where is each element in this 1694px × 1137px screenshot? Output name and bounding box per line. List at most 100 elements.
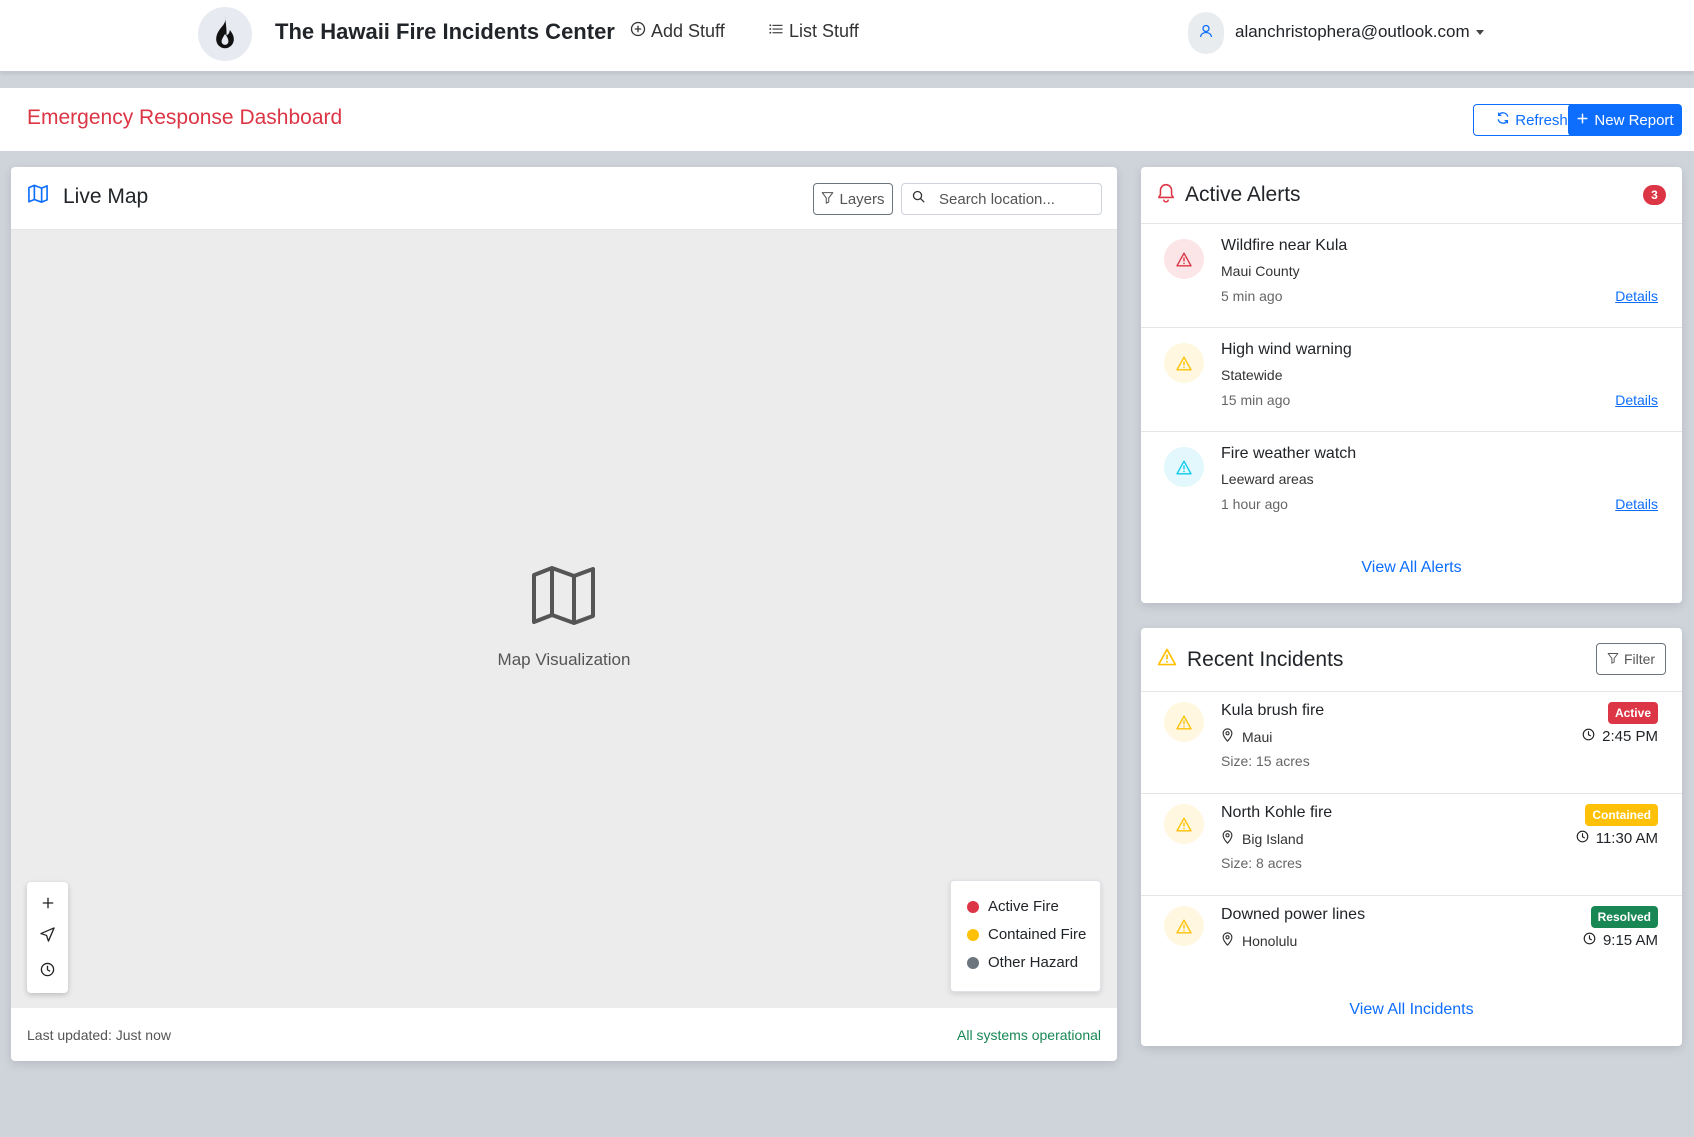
- incident-location: Honolulu: [1221, 932, 1297, 949]
- location-search[interactable]: [901, 183, 1102, 215]
- incident-time: 9:15 AM: [1583, 932, 1658, 949]
- alert-details-link[interactable]: Details: [1615, 392, 1658, 408]
- filter-label: Filter: [1623, 651, 1656, 667]
- alert-location: Statewide: [1221, 367, 1283, 383]
- incident-size: Size: 8 acres: [1221, 855, 1302, 871]
- alert-details-link[interactable]: Details: [1615, 496, 1658, 512]
- red-dot-icon: [967, 900, 979, 913]
- incident-location-label: Maui: [1242, 728, 1273, 745]
- view-all-alerts-link[interactable]: View All Alerts: [1141, 559, 1682, 577]
- incident-time: 2:45 PM: [1582, 728, 1658, 745]
- plus-icon: [1576, 112, 1589, 129]
- incident-location-label: Big Island: [1242, 830, 1304, 847]
- active-alerts-card: Active Alerts 3 Wildfire near Kula Maui …: [1141, 167, 1682, 603]
- alert-location: Maui County: [1221, 263, 1300, 279]
- alert-item[interactable]: High wind warning Statewide 15 min ago D…: [1141, 328, 1682, 432]
- map-pin-icon: [1221, 830, 1234, 847]
- new-report-button[interactable]: New Report: [1568, 104, 1682, 136]
- layers-label: Layers: [839, 190, 885, 208]
- incident-title: North Kohle fire: [1221, 804, 1333, 821]
- alerts-title: Active Alerts: [1185, 183, 1301, 206]
- search-icon: [912, 190, 925, 208]
- map-canvas[interactable]: Map Visualization Active Fire Contained …: [11, 230, 1117, 1008]
- list-icon: [768, 21, 784, 42]
- status-badge: Resolved: [1590, 906, 1658, 928]
- locate-button[interactable]: [33, 922, 63, 952]
- incident-time-label: 2:45 PM: [1602, 728, 1658, 745]
- incident-time-label: 9:15 AM: [1602, 932, 1658, 949]
- clock-icon: [1576, 830, 1589, 847]
- alert-item[interactable]: Wildfire near Kula Maui County 5 min ago…: [1141, 224, 1682, 328]
- legend-item-active-fire: Active Fire: [967, 898, 1100, 915]
- brand-title[interactable]: The Hawaii Fire Incidents Center: [275, 19, 615, 45]
- incidents-header: Recent Incidents Filter: [1141, 628, 1682, 692]
- nav-list-stuff-label: List Stuff: [789, 21, 859, 41]
- filter-button[interactable]: Filter: [1596, 643, 1666, 675]
- user-avatar[interactable]: [1188, 12, 1224, 54]
- navbar: The Hawaii Fire Incidents Center Add Stu…: [0, 0, 1694, 72]
- map-legend: Active Fire Contained Fire Other Hazard: [950, 880, 1101, 992]
- yellow-dot-icon: [967, 928, 979, 941]
- warning-triangle-icon: [1164, 702, 1204, 742]
- legend-label: Active Fire: [988, 898, 1059, 915]
- new-report-label: New Report: [1594, 111, 1674, 129]
- system-status: All systems operational: [957, 1026, 1101, 1043]
- map-footer: Last updated: Just now All systems opera…: [11, 1008, 1117, 1061]
- filter-icon: [1607, 651, 1619, 667]
- view-all-incidents-link[interactable]: View All Incidents: [1141, 1001, 1682, 1019]
- user-email: alanchristophera@outlook.com: [1235, 22, 1470, 41]
- chevron-down-icon: [1475, 29, 1484, 35]
- incident-title: Downed power lines: [1221, 906, 1366, 923]
- alerts-header: Active Alerts 3: [1141, 167, 1682, 224]
- alert-title: Wildfire near Kula: [1221, 237, 1348, 254]
- incident-title: Kula brush fire: [1221, 702, 1325, 719]
- legend-item-contained-fire: Contained Fire: [967, 926, 1100, 943]
- legend-label: Other Hazard: [988, 954, 1079, 971]
- user-menu[interactable]: alanchristophera@outlook.com: [1235, 22, 1484, 42]
- clock-icon: [1583, 932, 1596, 949]
- clock-icon: [1582, 728, 1595, 745]
- incidents-title: Recent Incidents: [1187, 647, 1344, 671]
- status-badge: Contained: [1585, 804, 1658, 826]
- alert-time: 5 min ago: [1221, 288, 1283, 304]
- nav-list-stuff[interactable]: List Stuff: [768, 21, 859, 42]
- warning-triangle-icon: [1164, 447, 1204, 487]
- live-map-title: Live Map: [63, 185, 149, 208]
- map-visualization-label: Map Visualization: [497, 650, 631, 669]
- incident-location: Big Island: [1221, 830, 1303, 847]
- live-map-header: Live Map Layers: [11, 167, 1117, 230]
- legend-label: Contained Fire: [988, 926, 1087, 943]
- live-map-card: Live Map Layers Map Visualization: [11, 167, 1117, 1061]
- filter-icon: [821, 191, 834, 208]
- incident-item[interactable]: Kula brush fire Maui Size: 15 acres Acti…: [1141, 692, 1682, 794]
- incident-size: Size: 15 acres: [1221, 753, 1310, 769]
- alerts-count-badge: 3: [1643, 185, 1666, 205]
- incident-location-label: Honolulu: [1242, 932, 1298, 949]
- status-badge: Active: [1607, 702, 1658, 724]
- alert-location: Leeward areas: [1221, 471, 1314, 487]
- navigation-arrow-icon: [40, 927, 55, 947]
- warning-triangle-icon: [1164, 804, 1204, 844]
- history-button[interactable]: [33, 957, 63, 987]
- alert-title: Fire weather watch: [1221, 445, 1357, 462]
- map-controls: [27, 882, 68, 993]
- map-icon: [27, 184, 49, 210]
- clock-icon: [40, 962, 55, 982]
- incident-item[interactable]: Downed power lines Honolulu Resolved 9:1…: [1141, 896, 1682, 972]
- layers-button[interactable]: Layers: [813, 183, 893, 215]
- recent-incidents-card: Recent Incidents Filter Kula brush fire …: [1141, 628, 1682, 1046]
- nav-add-stuff[interactable]: Add Stuff: [630, 21, 725, 42]
- fire-logo-icon[interactable]: [198, 7, 252, 61]
- warning-triangle-icon: [1164, 239, 1204, 279]
- search-location-input[interactable]: [939, 190, 1089, 208]
- last-updated: Last updated: Just now: [27, 1026, 171, 1043]
- incident-item[interactable]: North Kohle fire Big Island Size: 8 acre…: [1141, 794, 1682, 896]
- warning-triangle-icon: [1164, 906, 1204, 946]
- alert-item[interactable]: Fire weather watch Leeward areas 1 hour …: [1141, 432, 1682, 536]
- person-icon: [1198, 23, 1214, 44]
- warning-triangle-icon: [1157, 648, 1177, 671]
- zoom-in-button[interactable]: [33, 888, 63, 918]
- alert-details-link[interactable]: Details: [1615, 288, 1658, 304]
- gray-dot-icon: [967, 956, 979, 969]
- map-placeholder: Map Visualization: [464, 565, 664, 670]
